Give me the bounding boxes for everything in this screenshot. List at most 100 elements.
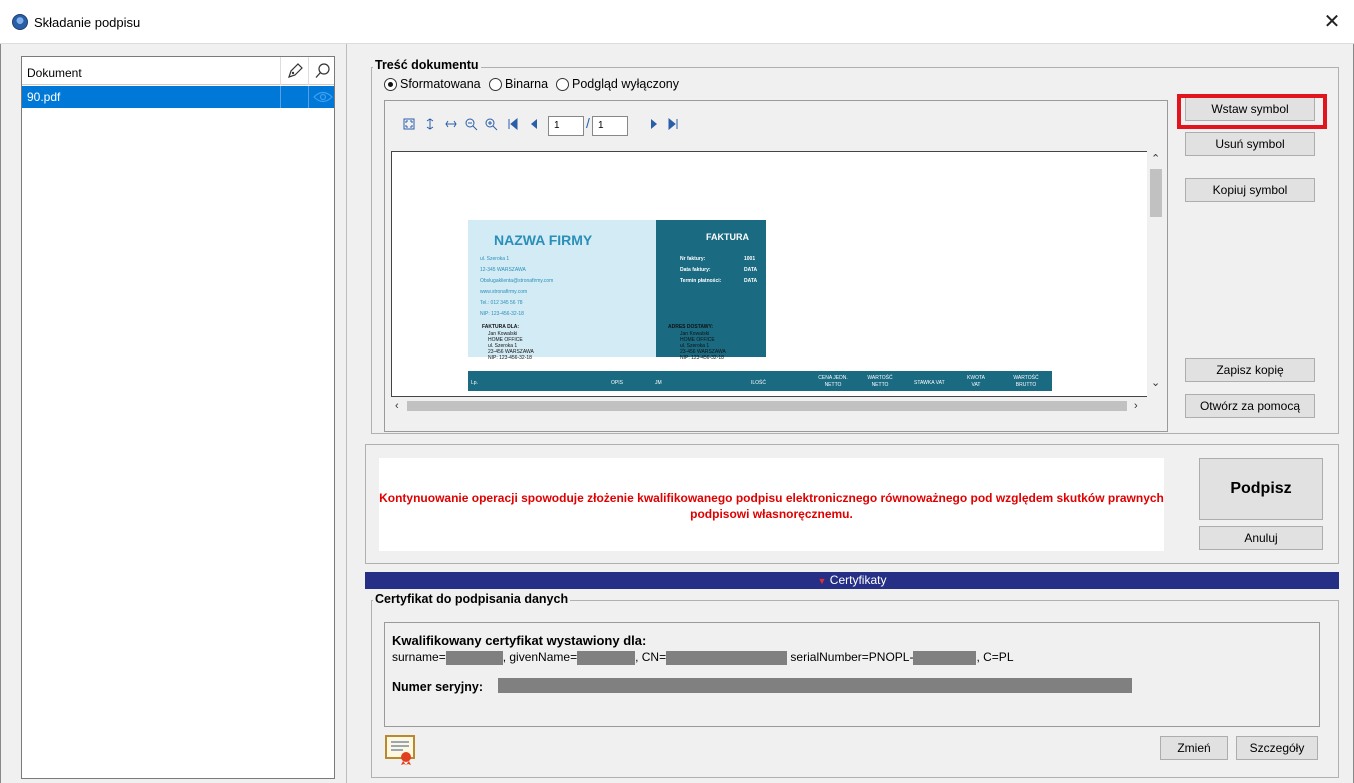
collapse-arrow-icon: ▼ [817, 576, 827, 586]
warning-panel: Kontynuowanie operacji spowoduje złożeni… [379, 458, 1164, 551]
invoice-text: OPIS [611, 380, 623, 386]
prev-page-icon[interactable] [529, 118, 539, 130]
details-button[interactable]: Szczegóły [1236, 736, 1318, 760]
scroll-thumb[interactable] [1150, 169, 1162, 217]
mode-formatted-label: Sformatowana [400, 77, 481, 91]
cert-subject-line: surname= , givenName= , CN= serialNumber=P… [392, 650, 1014, 665]
invoice-text: ILOŚĆ [751, 380, 767, 386]
cert-subject-text: serialNumber=PNOPL- [787, 650, 914, 664]
eye-icon[interactable] [313, 91, 333, 103]
mode-preview-off-label: Podgląd wyłączony [572, 77, 680, 91]
invoice-text: Termin płatności: [680, 278, 722, 284]
highlight-frame [1177, 94, 1327, 129]
cert-subject-text: , C=PL [976, 650, 1014, 664]
invoice-text: 1001 [744, 256, 756, 262]
cert-subject-text: surname= [392, 650, 446, 664]
zoom-in-icon[interactable] [485, 118, 498, 131]
invoice-text: NIP: 123-456-32-18 [680, 355, 724, 361]
serial-number-label: Numer seryjny: [392, 680, 484, 694]
dialog-body: Dokument 90.pdf Treść dokumentu Sformato… [0, 44, 1354, 783]
redacted-block [913, 650, 977, 665]
certificates-bar[interactable]: ▼ Certyfikaty [365, 572, 1339, 589]
mode-binary-radio[interactable]: Binarna [489, 77, 548, 91]
scroll-down-icon[interactable]: ⌄ [1151, 377, 1160, 389]
mode-preview-off-radio[interactable]: Podgląd wyłączony [556, 77, 679, 91]
invoice-text: Lp. [471, 380, 478, 386]
mode-formatted-radio[interactable]: Sformatowana [384, 77, 481, 91]
invoice-table-header: Lp. OPIS JM ILOŚĆ CENA JEDN. NETTO WARTO… [468, 371, 1052, 391]
invoice-text: WARTOŚĆ BRUTTO [1013, 375, 1039, 388]
open-with-button[interactable]: Otwórz za pomocą [1185, 394, 1315, 418]
certificate-info-panel: Kwalifikowany certyfikat wystawiony dla:… [384, 622, 1320, 727]
invoice-text: ADRES DOSTAWY: [668, 324, 714, 330]
invoice-text: DATA [744, 267, 758, 273]
vertical-scrollbar[interactable]: ⌃ ⌄ [1147, 151, 1165, 397]
fit-width-icon[interactable] [445, 118, 457, 130]
fit-height-icon[interactable] [424, 118, 436, 130]
certificate-group-title: Certyfikat do podpisania danych [373, 592, 571, 606]
horizontal-scrollbar[interactable]: ‹ › [391, 397, 1147, 415]
scroll-up-icon[interactable]: ⌃ [1151, 153, 1160, 165]
save-copy-button[interactable]: Zapisz kopię [1185, 358, 1315, 382]
window-title: Składanie podpisu [34, 15, 141, 30]
invoice-text: NIP: 123-456-32-18 [480, 311, 524, 317]
cert-issued-for-title: Kwalifikowany certyfikat wystawiony dla: [392, 633, 647, 648]
scroll-thumb[interactable] [407, 401, 1127, 411]
certificates-bar-label: Certyfikaty [829, 573, 887, 587]
invoice-title: FAKTURA [706, 232, 749, 242]
invoice-text: CENA JEDN. NETTO [818, 375, 848, 388]
page-separator: / [586, 115, 590, 131]
invoice-text: Data faktury: [680, 267, 711, 273]
invoice-text: 12-345 WARSZAWA [480, 267, 526, 273]
document-list: Dokument 90.pdf [21, 56, 335, 779]
invoice-company-name: NAZWA FIRMY [494, 232, 593, 248]
pen-icon[interactable] [286, 62, 304, 80]
document-name: 90.pdf [27, 90, 61, 104]
cancel-button[interactable]: Anuluj [1199, 526, 1323, 550]
sign-button[interactable]: Podpisz [1199, 458, 1323, 520]
list-item[interactable]: 90.pdf [22, 86, 334, 108]
radio-dot [384, 77, 397, 91]
redacted-block [445, 650, 503, 665]
invoice-text: www.stronafirmy.com [480, 289, 528, 295]
redacted-block [577, 650, 636, 665]
signing-warning-text: Kontynuowanie operacji spowoduje złożeni… [379, 491, 1164, 521]
search-icon[interactable] [314, 62, 332, 80]
invoice-text: KWOTA VAT [967, 375, 985, 388]
document-list-header: Dokument [22, 57, 334, 85]
radio-dot [489, 77, 502, 91]
total-pages-field: 1 [592, 116, 628, 136]
invoice-text: JM [655, 380, 662, 386]
scroll-left-icon[interactable]: ‹ [395, 400, 399, 412]
certificate-icon [385, 735, 415, 765]
redacted-block [666, 650, 788, 665]
scroll-right-icon[interactable]: › [1134, 400, 1138, 412]
cert-subject-text: , givenName= [502, 650, 578, 664]
close-button[interactable]: ✕ [1318, 8, 1346, 36]
invoice-text: STAWKA VAT [914, 380, 945, 386]
radio-dot [556, 77, 569, 91]
invoice-text: NIP: 123-456-32-18 [488, 355, 532, 361]
cert-subject-text: , CN= [635, 650, 667, 664]
title-bar: Składanie podpisu ✕ [0, 0, 1354, 44]
last-page-icon[interactable] [667, 118, 679, 130]
app-shield-icon [12, 14, 28, 30]
invoice-text: ul. Szeroka 1 [480, 256, 510, 262]
invoice-text: FAKTURA DLA: [482, 324, 520, 330]
invoice-text: DATA [744, 278, 758, 284]
invoice-text: Tel.: 012 345 56 78 [480, 300, 523, 306]
next-page-icon[interactable] [649, 118, 659, 130]
copy-symbol-button[interactable]: Kopiuj symbol [1185, 178, 1315, 202]
current-page-input[interactable]: 1 [548, 116, 584, 136]
invoice-text: WARTOŚĆ NETTO [867, 375, 893, 388]
redacted-block [498, 678, 1132, 693]
document-content-title: Treść dokumentu [373, 58, 481, 72]
mode-binary-label: Binarna [505, 77, 549, 91]
first-page-icon[interactable] [507, 118, 519, 130]
fit-page-icon[interactable] [403, 118, 415, 130]
invoice-text: Obslugaklienta@stronafirmy.com [480, 278, 554, 284]
column-header-document: Dokument [27, 66, 82, 80]
remove-symbol-button[interactable]: Usuń symbol [1185, 132, 1315, 156]
zoom-out-icon[interactable] [465, 118, 478, 131]
change-button[interactable]: Zmień [1160, 736, 1228, 760]
